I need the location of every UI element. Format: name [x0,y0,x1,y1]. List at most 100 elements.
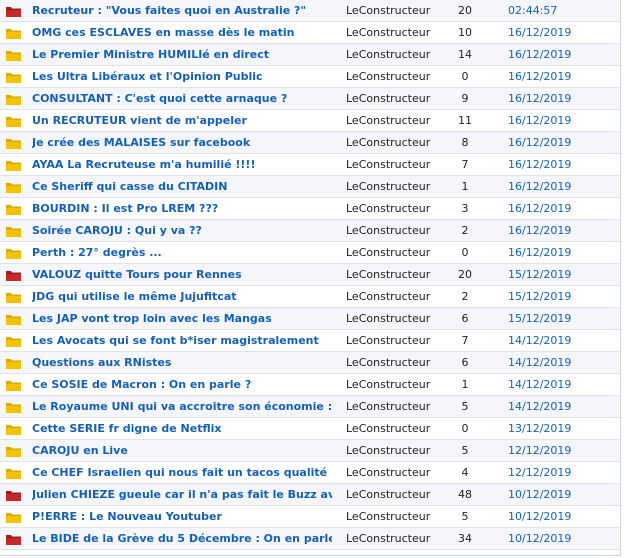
topic-row: Ce Sheriff qui casse du CITADIN LeConstr… [0,176,620,198]
topic-last-message-date[interactable]: 10/12/2019 [508,484,571,505]
topic-row: Julien CHIEZE gueule car il n'a pas fait… [0,484,620,506]
topic-title-link[interactable]: Les Avocats qui se font b*iser magistral… [32,330,332,351]
topic-row: Recruteur : "Vous faites quoi en Austral… [0,0,620,22]
topic-author[interactable]: LeConstructeur [346,484,430,505]
topic-author[interactable]: LeConstructeur [346,154,430,175]
topic-reply-count: 11 [458,114,472,127]
topic-title-link[interactable]: Recruteur : "Vous faites quoi en Austral… [32,0,332,21]
topic-author[interactable]: LeConstructeur [346,352,430,373]
topic-title-link[interactable]: AYAA La Recruteuse m'a humilié !!!! [32,154,332,175]
topic-last-message-date[interactable]: 16/12/2019 [508,66,571,87]
topic-author[interactable]: LeConstructeur [346,66,430,87]
topic-title-link[interactable]: Les JAP vont trop loin avec les Mangas [32,308,332,329]
topic-author[interactable]: LeConstructeur [346,462,430,483]
topic-reply-count: 7 [461,158,469,171]
topic-title-link[interactable]: CONSULTANT : C'est quoi cette arnaque ? [32,88,332,109]
topic-author[interactable]: LeConstructeur [346,0,430,21]
topic-last-message-date[interactable]: 14/12/2019 [508,396,571,417]
topic-author[interactable]: LeConstructeur [346,440,430,461]
topic-author[interactable]: LeConstructeur [346,308,430,329]
topic-last-message-date[interactable]: 16/12/2019 [508,176,571,197]
folder-icon [6,358,21,369]
topic-title-link[interactable]: VALOUZ quitte Tours pour Rennes [32,264,332,285]
topic-last-message-date[interactable]: 16/12/2019 [508,198,571,219]
topic-row: Cette SERIE fr digne de Netflix LeConstr… [0,418,620,440]
topic-title-link[interactable]: OMG ces ESCLAVES en masse dès le matin [32,22,332,43]
topic-author[interactable]: LeConstructeur [346,198,430,219]
topic-last-message-date[interactable]: 16/12/2019 [508,242,571,263]
topic-author[interactable]: LeConstructeur [346,374,430,395]
topic-last-message-date[interactable]: 15/12/2019 [508,264,571,285]
topic-last-message-date[interactable]: 16/12/2019 [508,88,571,109]
topic-last-message-date[interactable]: 16/12/2019 [508,132,571,153]
topic-title-link[interactable]: Le BIDE de la Grève du 5 Décembre : On e… [32,528,332,549]
folder-icon [6,314,21,325]
topic-last-message-date[interactable]: 10/12/2019 [508,528,571,549]
topic-author[interactable]: LeConstructeur [346,396,430,417]
topic-last-message-date[interactable]: 16/12/2019 [508,44,571,65]
topic-title-link[interactable]: Cette SERIE fr digne de Netflix [32,418,332,439]
folder-icon [6,138,21,149]
topic-row: CAROJU en Live LeConstructeur 5 12/12/20… [0,440,620,462]
topic-reply-count: 9 [461,92,469,105]
topic-last-message-date[interactable]: 14/12/2019 [508,374,571,395]
topic-author[interactable]: LeConstructeur [346,176,430,197]
topic-author[interactable]: LeConstructeur [346,88,430,109]
topic-title-link[interactable]: Le Royaume UNI qui va accroitre son écon… [32,396,332,417]
topic-title-link[interactable]: Perth : 27° degrès ... [32,242,332,263]
topic-row: Perth : 27° degrès ... LeConstructeur 0 … [0,242,620,264]
folder-icon [6,248,21,259]
topic-last-message-date[interactable]: 14/12/2019 [508,330,571,351]
topic-reply-count: 20 [458,268,472,281]
topic-last-message-date[interactable]: 02:44:57 [508,0,557,21]
topic-title-link[interactable]: JDG qui utilise le même Jujufitcat [32,286,332,307]
topic-row: Le BIDE de la Grève du 5 Décembre : On e… [0,528,620,550]
topic-row: Les Avocats qui se font b*iser magistral… [0,330,620,352]
topic-author[interactable]: LeConstructeur [346,264,430,285]
topic-title-link[interactable]: Julien CHIEZE gueule car il n'a pas fait… [32,484,332,505]
folder-hot-icon [6,270,21,281]
topic-author[interactable]: LeConstructeur [346,242,430,263]
topic-last-message-date[interactable]: 10/12/2019 [508,506,571,527]
folder-icon [6,72,21,83]
topic-author[interactable]: LeConstructeur [346,528,430,549]
topic-last-message-date[interactable]: 13/12/2019 [508,418,571,439]
topic-last-message-date[interactable]: 12/12/2019 [508,440,571,461]
topic-title-link[interactable]: P!ERRE : Le Nouveau Youtuber [32,506,332,527]
topic-last-message-date[interactable]: 16/12/2019 [508,110,571,131]
topic-title-link[interactable]: Ce Sheriff qui casse du CITADIN [32,176,332,197]
topic-title-link[interactable]: BOURDIN : Il est Pro LREM ??? [32,198,332,219]
topic-author[interactable]: LeConstructeur [346,22,430,43]
topic-title-link[interactable]: Les Ultra Libéraux et l'Opinion Public [32,66,332,87]
topic-author[interactable]: LeConstructeur [346,286,430,307]
folder-icon [6,380,21,391]
folder-icon [6,160,21,171]
topic-title-link[interactable]: Ce CHEF Israelien qui nous fait un tacos… [32,462,332,483]
topic-last-message-date[interactable]: 12/12/2019 [508,462,571,483]
topic-title-link[interactable]: Un RECRUTEUR vient de m'appeler [32,110,332,131]
topic-title-link[interactable]: Ce SOSIE de Macron : On en parle ? [32,374,332,395]
topic-last-message-date[interactable]: 16/12/2019 [508,220,571,241]
topic-last-message-date[interactable]: 15/12/2019 [508,286,571,307]
topic-title-link[interactable]: Questions aux RNistes [32,352,332,373]
topic-title-link[interactable]: Le Premier Ministre HUMILIé en direct [32,44,332,65]
topic-title-link[interactable]: Je crée des MALAISES sur facebook [32,132,332,153]
topic-row: Ce CHEF Israelien qui nous fait un tacos… [0,462,620,484]
topic-title-link[interactable]: CAROJU en Live [32,440,332,461]
topic-author[interactable]: LeConstructeur [346,220,430,241]
topic-author[interactable]: LeConstructeur [346,132,430,153]
topic-author[interactable]: LeConstructeur [346,418,430,439]
topic-last-message-date[interactable]: 15/12/2019 [508,308,571,329]
folder-hot-icon [6,6,21,17]
topic-title-link[interactable]: Soirée CAROJU : Qui y va ?? [32,220,332,241]
topic-author[interactable]: LeConstructeur [346,506,430,527]
topic-last-message-date[interactable]: 16/12/2019 [508,22,571,43]
topic-author[interactable]: LeConstructeur [346,330,430,351]
topic-author[interactable]: LeConstructeur [346,44,430,65]
topic-last-message-date[interactable]: 14/12/2019 [508,352,571,373]
topic-author[interactable]: LeConstructeur [346,110,430,131]
topic-reply-count: 6 [461,312,469,325]
topic-last-message-date[interactable]: 16/12/2019 [508,154,571,175]
topic-reply-count: 0 [461,70,469,83]
topic-reply-count: 7 [461,334,469,347]
